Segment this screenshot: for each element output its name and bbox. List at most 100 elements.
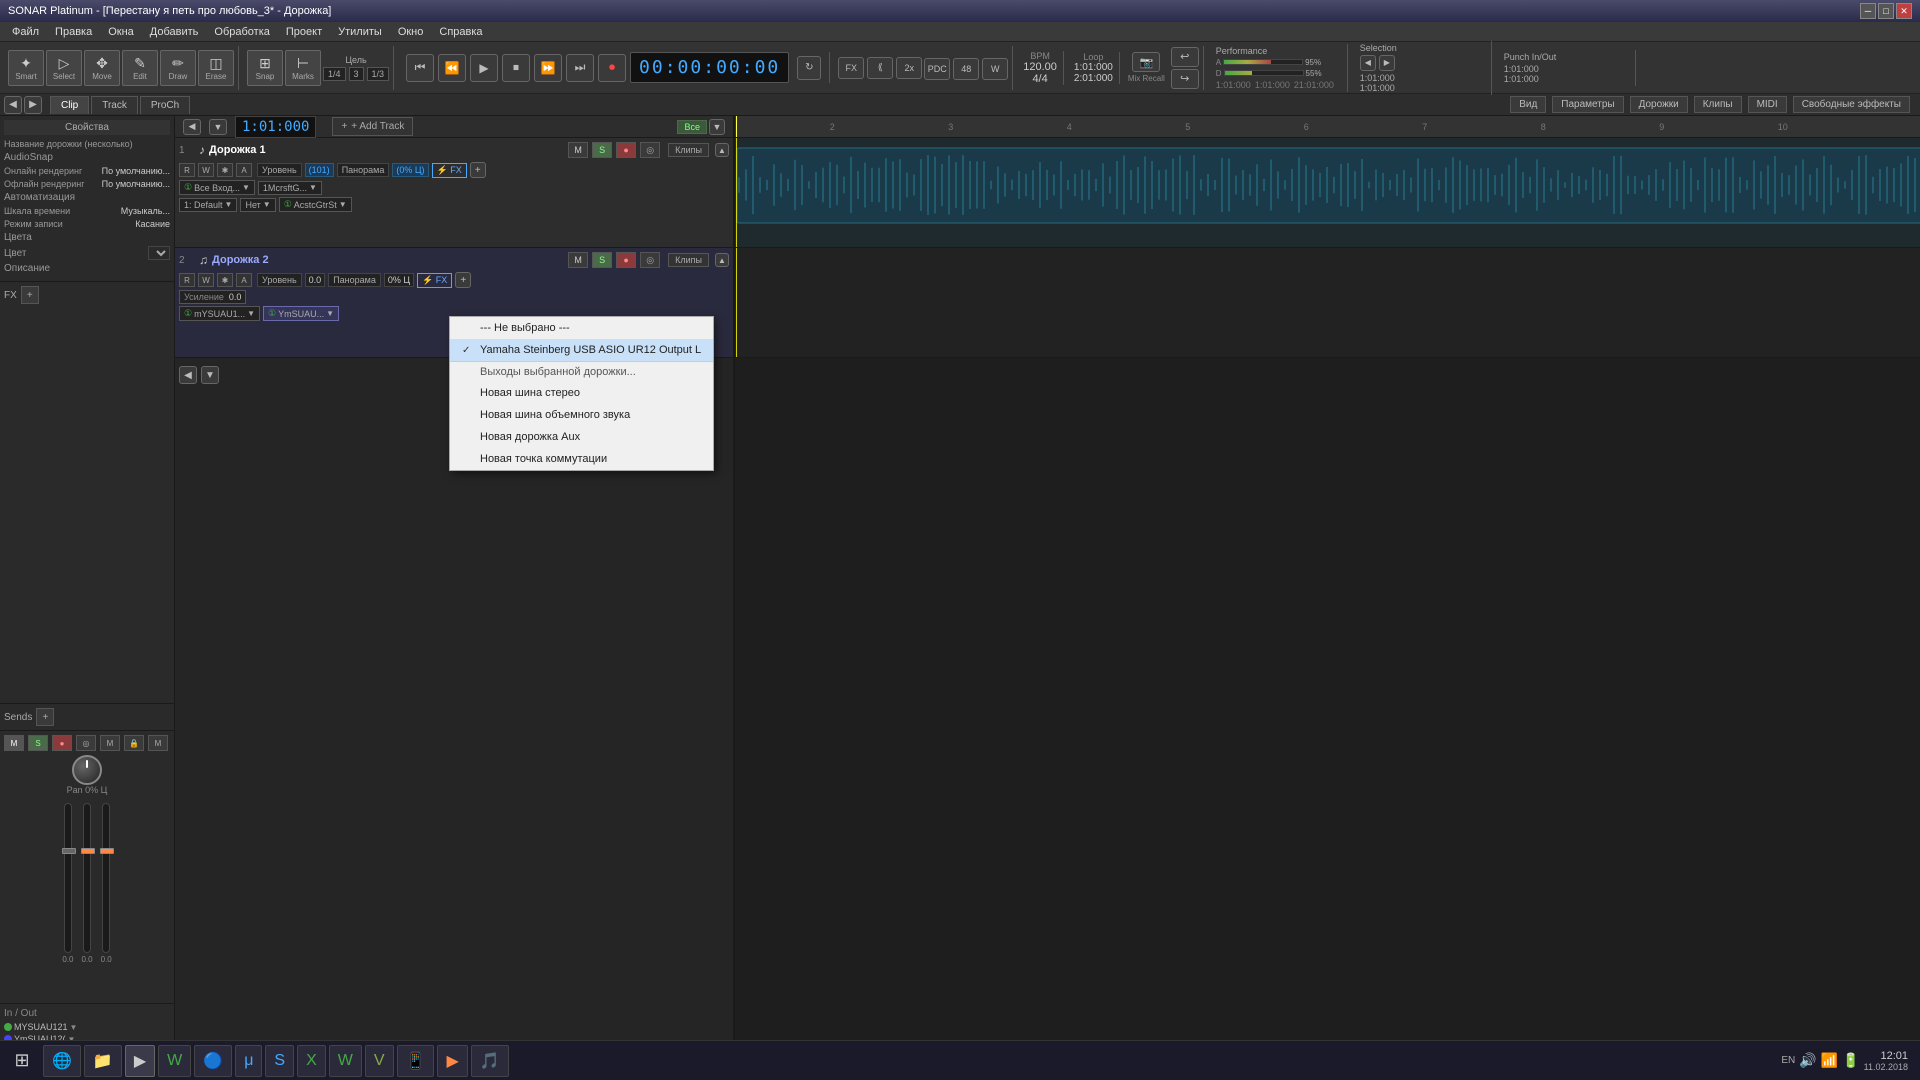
edit-tool-button[interactable]: ✎ Edit (122, 50, 158, 86)
fader-thumb-3[interactable] (100, 848, 114, 854)
track-monitor-1[interactable]: ◎ (640, 142, 660, 158)
taskbar-ie[interactable]: 🌐 (43, 1045, 81, 1077)
track-r-2[interactable]: R (179, 273, 195, 287)
fader-track-2[interactable] (83, 803, 91, 953)
collapse-all-button[interactable]: ◀ (183, 119, 201, 135)
taskbar-sonar[interactable]: 🎵 (471, 1045, 509, 1077)
fx-add-button[interactable]: + (21, 286, 39, 304)
sel-prev-button[interactable]: ◀ (1360, 55, 1376, 71)
menu-file[interactable]: Файл (4, 24, 47, 40)
track-monitor-2[interactable]: ◎ (640, 252, 660, 268)
taskbar-viber[interactable]: V (365, 1045, 394, 1077)
go-end-button[interactable]: ⏭ (566, 54, 594, 82)
track-fx-add-2[interactable]: + (455, 272, 471, 288)
track-clips-label-2[interactable]: Клипы (668, 253, 709, 267)
track-pan-value-2[interactable]: 0% Ц (384, 273, 414, 287)
clips-button[interactable]: Клипы (1694, 96, 1742, 113)
view-button[interactable]: Вид (1510, 96, 1546, 113)
track-mute-2[interactable]: M (568, 252, 588, 268)
track-collapse-button[interactable]: ◀ (4, 96, 22, 114)
fader-track-1[interactable] (64, 803, 72, 953)
start-button[interactable]: ⊞ (4, 1045, 40, 1077)
layer-dropdown[interactable] (148, 246, 170, 260)
taskbar-word[interactable]: W (158, 1045, 191, 1077)
menu-help[interactable]: Справка (431, 24, 490, 40)
tab-proch[interactable]: ProCh (140, 96, 190, 114)
taskbar-explorer[interactable]: 📁 (84, 1045, 122, 1077)
track-level-value-2[interactable]: 0.0 (305, 273, 326, 287)
track-pan-value-1[interactable]: (0% Ц) (392, 163, 428, 177)
tracks-button[interactable]: Дорожки (1630, 96, 1688, 113)
taskbar-utorrent[interactable]: μ (235, 1045, 262, 1077)
menu-add[interactable]: Добавить (142, 24, 207, 40)
dropdown-item-none[interactable]: --- Не выбрано --- (450, 317, 713, 339)
taskbar-phone[interactable]: 📱 (397, 1045, 435, 1077)
track-plugin-dropdown-1[interactable]: 1МсrsftG... ▼ (258, 181, 322, 195)
smart-tool-button[interactable]: ✦ Smart (8, 50, 44, 86)
menu-project[interactable]: Проект (278, 24, 330, 40)
camera-button[interactable]: 📷 (1132, 52, 1160, 72)
fast-forward-button[interactable]: ⏩ (534, 54, 562, 82)
track-collapse-1[interactable]: ▲ (715, 143, 729, 157)
track-solo-2[interactable]: S (592, 252, 612, 268)
snap-frac2[interactable]: 1/3 (367, 67, 390, 81)
track-r-1[interactable]: R (179, 163, 195, 177)
params-button[interactable]: Параметры (1552, 96, 1623, 113)
erase-tool-button[interactable]: ◫ Erase (198, 50, 234, 86)
draw-tool-button[interactable]: ✏ Draw (160, 50, 196, 86)
free-fx-button[interactable]: Свободные эффекты (1793, 96, 1910, 113)
track-a-1[interactable]: A (236, 163, 252, 177)
fader-track-3[interactable] (102, 803, 110, 953)
stop-button[interactable]: ⏹ (502, 54, 530, 82)
menu-windows[interactable]: Окна (100, 24, 142, 40)
midi-button-tab[interactable]: MIDI (1748, 96, 1787, 113)
track-a-2[interactable]: A (236, 273, 252, 287)
ff-fast-button[interactable]: 2x (896, 57, 922, 79)
dropdown-item-new-surround[interactable]: Новая шина объемного звука (450, 404, 713, 426)
track-input-dropdown-1[interactable]: ① Все Вход... ▼ (179, 180, 255, 195)
tab-track[interactable]: Track (91, 96, 138, 114)
input-dropdown-arrow[interactable]: ▼ (70, 1023, 78, 1032)
fader-thumb-1[interactable] (62, 848, 76, 854)
snap-button[interactable]: ⊞ Snap (247, 50, 283, 86)
marks-button[interactable]: ⊢ Marks (285, 50, 321, 86)
track-output-dropdown-1[interactable]: ① AcstcGtrSt ▼ (279, 197, 352, 212)
track-default-dropdown-1[interactable]: 1: Default ▼ (179, 198, 237, 212)
track-fx-add-1[interactable]: + (470, 162, 486, 178)
fx-button[interactable]: FX (838, 57, 864, 79)
fader-thumb-2[interactable] (81, 848, 95, 854)
undo-button[interactable]: ↩ (1171, 47, 1199, 67)
dropdown-item-new-aux[interactable]: Новая дорожка Aux (450, 426, 713, 448)
rewind-fast-button[interactable]: ⟪ (867, 57, 893, 79)
maximize-button[interactable]: □ (1878, 3, 1894, 19)
master-monitor-button[interactable]: ◎ (76, 735, 96, 751)
master-solo-button[interactable]: S (28, 735, 48, 751)
expand-empty-button[interactable]: ▼ (201, 366, 219, 384)
master-mute-button[interactable]: M (4, 735, 24, 751)
track-fx-1[interactable]: ⚡ FX (432, 163, 467, 178)
loop-button[interactable]: ↻ (797, 56, 821, 80)
track-collapse-2[interactable]: ▲ (715, 253, 729, 267)
track-input-dropdown-2[interactable]: ① mYSUAU1... ▼ (179, 306, 260, 321)
master-mute2-button[interactable]: M (148, 735, 168, 751)
expand-all-button[interactable]: ▼ (209, 119, 227, 135)
taskbar-chrome[interactable]: 🔵 (194, 1045, 232, 1077)
taskbar-wmp[interactable]: ▶ (125, 1045, 155, 1077)
menu-edit[interactable]: Правка (47, 24, 100, 40)
view-dropdown-button[interactable]: ▼ (709, 119, 725, 135)
dropdown-item-yamaha[interactable]: ✓ Yamaha Steinberg USB ASIO UR12 Output … (450, 339, 713, 361)
track-level-value-1[interactable]: (101) (305, 163, 334, 177)
time-scale-value[interactable]: Музыкаль... (121, 206, 170, 216)
track-expand-button[interactable]: ▶ (24, 96, 42, 114)
taskbar-word2[interactable]: W (329, 1045, 362, 1077)
track-star-1[interactable]: ✱ (217, 163, 233, 177)
midi-button[interactable]: 48 (953, 58, 979, 80)
menu-window[interactable]: Окно (390, 24, 432, 40)
record-button[interactable]: ⏺ (598, 54, 626, 82)
add-track-button[interactable]: + + Add Track (332, 117, 413, 136)
taskbar-skype[interactable]: S (265, 1045, 294, 1077)
taskbar-media[interactable]: ▶ (437, 1045, 467, 1077)
master-arm-button[interactable]: ● (52, 735, 72, 751)
dropdown-item-new-patch[interactable]: Новая точка коммутации (450, 448, 713, 470)
snap-frac1[interactable]: 1/4 (323, 67, 346, 81)
